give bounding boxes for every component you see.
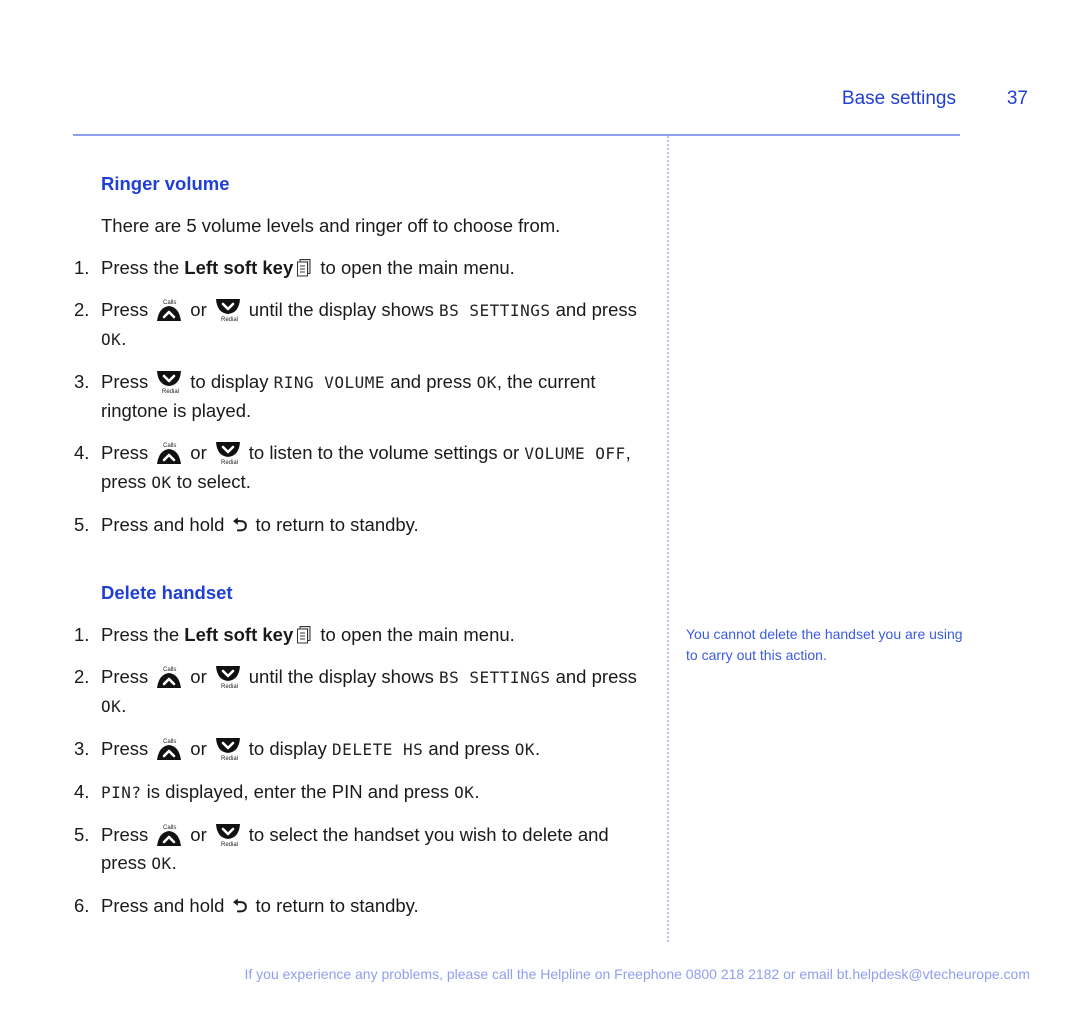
step-number: 5. xyxy=(74,824,90,845)
display-text: OK xyxy=(101,697,122,716)
display-text: PIN? xyxy=(101,783,142,802)
step-number: 4. xyxy=(74,781,90,802)
step-item: 6. Press and hold ⮌ to return to standby… xyxy=(74,892,654,920)
page-number: 37 xyxy=(1006,88,1028,109)
redial-down-key-icon: Redial xyxy=(213,665,243,689)
calls-up-key-icon: Calls xyxy=(154,665,184,688)
helpline-footer: If you experience any problems, please c… xyxy=(244,966,1030,982)
display-text: BS SETTINGS xyxy=(439,668,551,687)
svg-text:Calls: Calls xyxy=(163,739,176,745)
step-item: 4. PIN? is displayed, enter the PIN and … xyxy=(74,778,654,807)
step-text: Press Redial to display RING VOLUME and pr… xyxy=(101,370,596,421)
step-number: 6. xyxy=(74,895,90,916)
main-column: Ringer volume There are 5 volume levels … xyxy=(74,170,654,934)
side-note: You cannot delete the handset you are us… xyxy=(686,626,963,663)
display-text: BS SETTINGS xyxy=(439,301,551,320)
svg-text:Redial: Redial xyxy=(221,460,238,465)
svg-text:Redial: Redial xyxy=(221,756,238,761)
redial-down-key-icon: Redial xyxy=(154,370,184,394)
svg-text:Redial: Redial xyxy=(221,317,238,322)
step-item: 1. Press the Left soft key to open the m… xyxy=(74,254,654,282)
column-divider xyxy=(667,136,669,942)
step-item: 2. Press Calls or Redial until the display s… xyxy=(74,663,654,721)
display-text: OK xyxy=(151,473,172,492)
step-text: Press Calls or Redial to display DELETE HS a… xyxy=(101,737,541,761)
step-number: 1. xyxy=(74,624,90,645)
calls-up-key-icon: Calls xyxy=(154,298,184,321)
step-text: Press Calls or Redial to listen to the volum… xyxy=(101,441,631,492)
step-item: 3. Press Calls or Redial to display DELETE H… xyxy=(74,735,654,764)
step-number: 2. xyxy=(74,666,90,687)
step-number: 3. xyxy=(74,738,90,759)
display-text: OK xyxy=(514,740,536,759)
step-text: Press the Left soft key to open the main… xyxy=(101,624,515,645)
step-number: 5. xyxy=(74,514,90,535)
step-text: Press Calls or Redial until the display show… xyxy=(101,665,637,716)
left-soft-key-icon xyxy=(297,624,311,644)
step-number: 2. xyxy=(74,299,90,320)
ringer-volume-section: Ringer volume There are 5 volume levels … xyxy=(74,170,654,539)
step-item: 2. Press Calls or Redial until the display s… xyxy=(74,296,654,354)
step-number: 4. xyxy=(74,442,90,463)
step-number: 1. xyxy=(74,257,90,278)
svg-text:Redial: Redial xyxy=(221,842,238,847)
step-text: Press Calls or Redial until the display show… xyxy=(101,298,637,349)
redial-down-key-icon: Redial xyxy=(213,441,243,465)
step-text: Press Calls or Redial to select the handset … xyxy=(101,823,609,873)
calls-up-key-icon: Calls xyxy=(154,441,184,464)
step-text: Press and hold ⮌ to return to standby. xyxy=(101,892,654,920)
svg-text:Redial: Redial xyxy=(221,684,238,689)
step-item: 4. Press Calls or Redial to listen to the vo… xyxy=(74,439,654,497)
step-item: 5. Press Calls or Redial to select the hands… xyxy=(74,821,654,878)
back-arrow-icon: ⮌ xyxy=(232,514,248,535)
step-text: Press the Left soft key to open the main… xyxy=(101,257,515,278)
calls-up-key-icon: Calls xyxy=(154,823,184,846)
display-text: OK xyxy=(101,330,122,349)
display-text: OK xyxy=(476,373,497,392)
redial-down-key-icon: Redial xyxy=(213,298,243,322)
svg-text:Calls: Calls xyxy=(163,300,176,306)
steps-list: 1. Press the Left soft key to open the m… xyxy=(74,621,654,920)
left-soft-key-icon xyxy=(297,257,311,277)
back-arrow-icon: ⮌ xyxy=(232,895,248,916)
display-text: OK xyxy=(151,854,172,873)
intro-text: There are 5 volume levels and ringer off… xyxy=(101,215,561,236)
header-divider xyxy=(73,134,960,136)
steps-list: 1. Press the Left soft key to open the m… xyxy=(74,254,654,539)
section-title: Base settings xyxy=(841,88,956,109)
step-item: 1. Press the Left soft key to open the m… xyxy=(74,621,654,649)
redial-down-key-icon: Redial xyxy=(213,737,243,761)
redial-down-key-icon: Redial xyxy=(213,823,243,847)
section-heading: Delete handset xyxy=(101,582,233,603)
step-item: 5. Press and hold ⮌ to return to standby… xyxy=(74,511,654,539)
step-text: Press and hold ⮌ to return to standby. xyxy=(101,511,654,539)
display-text: DELETE HS xyxy=(332,740,424,759)
step-number: 3. xyxy=(74,371,90,392)
display-text: VOLUME OFF xyxy=(524,444,626,463)
key-name: Left soft key xyxy=(184,257,294,278)
step-item: 3. Press Redial to display RING VOLUME and… xyxy=(74,368,654,425)
svg-text:Calls: Calls xyxy=(163,443,176,449)
key-name: Left soft key xyxy=(184,624,294,645)
calls-up-key-icon: Calls xyxy=(154,737,184,760)
section-heading: Ringer volume xyxy=(101,173,230,194)
svg-text:Calls: Calls xyxy=(163,667,176,673)
display-text: OK xyxy=(454,783,475,802)
delete-handset-section: Delete handset 1. Press the Left soft ke… xyxy=(74,579,654,920)
display-text: RING VOLUME xyxy=(273,373,386,392)
svg-text:Redial: Redial xyxy=(162,389,179,394)
step-text: PIN? is displayed, enter the PIN and pre… xyxy=(101,781,480,802)
svg-text:Calls: Calls xyxy=(163,825,176,831)
